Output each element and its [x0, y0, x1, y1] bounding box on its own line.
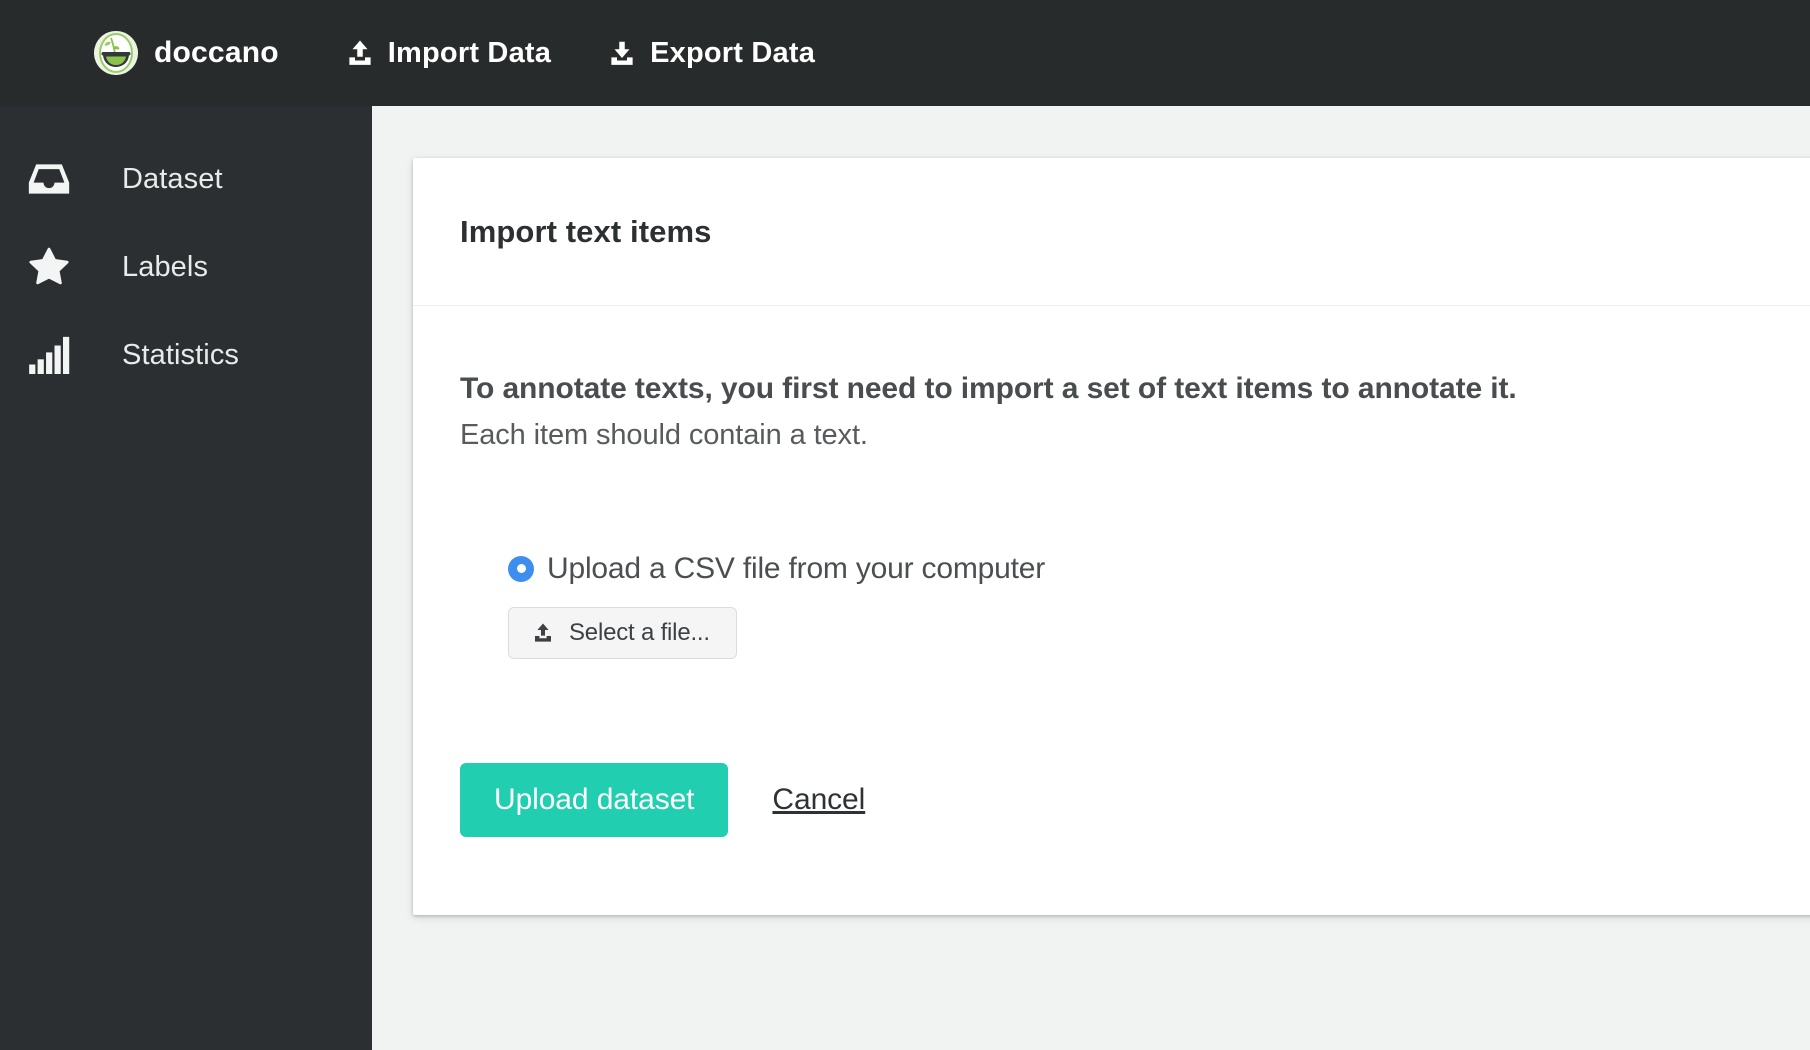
select-file-button[interactable]: Select a file... — [508, 606, 737, 659]
sidebar-item-dataset[interactable]: Dataset — [0, 146, 372, 212]
radio-upload-csv-label: Upload a CSV file from your computer — [547, 551, 1046, 585]
instruction-primary: To annotate texts, you first need to imp… — [460, 372, 1517, 405]
cancel-button[interactable]: Cancel — [772, 783, 865, 817]
nav-export-data-label: Export Data — [650, 36, 816, 69]
radio-selected-icon[interactable] — [508, 555, 534, 582]
sidebar: Dataset Labels Statistics — [0, 106, 372, 1050]
main-content: Import text items To annotate texts, you… — [372, 106, 1810, 1050]
nav-import-data[interactable]: Import Data — [345, 37, 551, 70]
select-file-button-label: Select a file... — [569, 618, 710, 646]
instruction-secondary: Each item should contain a text. — [460, 418, 868, 451]
upload-icon — [349, 40, 371, 65]
star-icon — [26, 246, 72, 288]
nav-import-data-label: Import Data — [387, 36, 552, 69]
card-header: Import text items — [413, 158, 1810, 306]
bar-chart-icon — [26, 336, 72, 374]
radio-upload-csv[interactable]: Upload a CSV file from your computer — [508, 552, 1810, 586]
sidebar-item-labels-label: Labels — [122, 250, 209, 283]
upload-option-block: Upload a CSV file from your computer Sel… — [460, 552, 1810, 659]
brand-home-link[interactable]: doccano — [94, 31, 279, 75]
top-navigation-bar: doccano Import Data Export Data — [0, 0, 1810, 106]
sidebar-item-statistics-label: Statistics — [122, 338, 240, 371]
nav-export-data[interactable]: Export Data — [607, 37, 815, 70]
download-icon — [611, 41, 633, 65]
sidebar-item-labels[interactable]: Labels — [0, 234, 372, 300]
brand-name: doccano — [154, 36, 279, 69]
radio-dot — [516, 564, 526, 574]
card-body: To annotate texts, you first need to imp… — [413, 306, 1810, 915]
sidebar-item-statistics[interactable]: Statistics — [0, 322, 372, 388]
inbox-icon — [26, 162, 72, 196]
sidebar-item-dataset-label: Dataset — [122, 162, 223, 195]
doccano-logo-icon — [94, 31, 138, 75]
import-text-items-card: Import text items To annotate texts, you… — [413, 158, 1810, 915]
page-title: Import text items — [460, 213, 712, 249]
upload-dataset-button[interactable]: Upload dataset — [460, 762, 729, 837]
upload-icon — [535, 623, 551, 642]
card-actions: Upload dataset Cancel — [460, 762, 1810, 915]
